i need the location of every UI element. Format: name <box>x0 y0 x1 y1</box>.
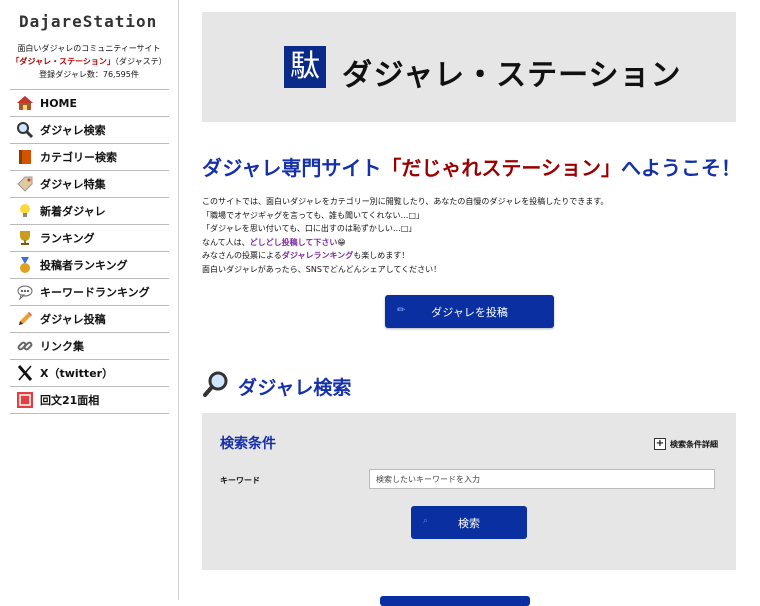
sidebar-item-kaibun[interactable]: 回文21面相 <box>10 387 169 414</box>
search-button-label: 検索 <box>458 516 480 530</box>
magnifier-icon <box>16 121 34 139</box>
bottom-button-partial[interactable] <box>380 596 530 606</box>
pencil-icon <box>16 310 34 328</box>
welcome-accent: 「だじゃれステーション」 <box>381 156 622 180</box>
x-logo-icon <box>16 364 34 382</box>
pencil-icon: ✏ <box>397 305 406 316</box>
sidebar-item-label: ダジャレ検索 <box>40 124 106 137</box>
sidebar-item-category[interactable]: カテゴリー検索 <box>10 144 169 171</box>
sidebar-item-label: リンク集 <box>40 340 84 353</box>
welcome-pre: ダジャレ専門サイト <box>202 156 382 180</box>
tag-icon <box>16 175 34 193</box>
sidebar-item-new[interactable]: 新着ダジャレ <box>10 198 169 225</box>
sidebar-item-poster-ranking[interactable]: 投稿者ランキング <box>10 252 169 279</box>
intro-text-fragment: みなさんの投票による <box>202 251 282 260</box>
sidebar-nav: HOME ダジャレ検索 カテゴリー検索 ダジャレ特集 新着ダジャレ ランキング … <box>10 89 169 414</box>
sidebar-item-post[interactable]: ダジャレ投稿 <box>10 306 169 333</box>
keyword-label: キーワード <box>220 476 260 485</box>
site-name-short: （ダジャステ） <box>114 57 167 66</box>
intro-line: 「ダジャレを思い付いても、口に出すのは恥ずかしい…□」 <box>202 224 417 233</box>
search-panel: 検索条件 + 検索条件詳細 キーワード ⌕ 検索 <box>202 413 736 570</box>
intro-text-fragment: も楽しめます！ <box>353 251 410 260</box>
site-name-strong: 「ダジャレ・ステーション」 <box>11 57 115 66</box>
sidebar-item-links[interactable]: リンク集 <box>10 333 169 360</box>
intro-line: なんて人は、どしどし投稿して下さい😁 <box>202 236 608 250</box>
post-link[interactable]: どしどし投稿して下さい <box>250 238 338 247</box>
search-section-heading: ダジャレ検索 <box>202 370 351 402</box>
site-logo[interactable]: DajareStation <box>19 12 157 31</box>
site-tagline: 面白いダジャレのコミュニティーサイト <box>17 44 161 53</box>
post-dajare-button[interactable]: ✏ ダジャレを投稿 <box>385 295 554 328</box>
sidebar-item-label: 投稿者ランキング <box>40 259 128 272</box>
site-name-line: 「ダジャレ・ステーション」（ダジャステ） <box>0 55 178 68</box>
hero-banner: 駄 ダジャレ・ステーション <box>202 12 736 122</box>
sidebar-item-label: キーワードランキング <box>40 286 150 299</box>
intro-line: 「職場でオヤジギャグを言っても、誰も聞いてくれない…□」 <box>202 210 425 220</box>
sidebar-item-keyword-ranking[interactable]: キーワードランキング <box>10 279 169 306</box>
sidebar-item-home[interactable]: HOME <box>10 90 169 117</box>
plus-icon: + <box>654 438 666 450</box>
page-title: ダジャレ・ステーション <box>342 58 682 93</box>
sidebar-item-label: 回文21面相 <box>40 394 100 407</box>
welcome-post: へようこそ！ <box>621 156 742 180</box>
link-icon <box>16 337 34 355</box>
sidebar-item-ranking[interactable]: ランキング <box>10 225 169 252</box>
search-button[interactable]: ⌕ 検索 <box>411 506 527 539</box>
sidebar-item-twitter[interactable]: X（twitter） <box>10 360 169 387</box>
smile-emoji: 😁 <box>337 237 346 247</box>
trophy-icon <box>16 229 34 247</box>
sidebar-item-search[interactable]: ダジャレ検索 <box>10 117 169 144</box>
sidebar-item-label: カテゴリー検索 <box>40 151 117 164</box>
magnifier-icon <box>202 370 230 402</box>
intro-line: 面白いダジャレがあったら、SNSでどんどんシェアしてください！ <box>202 264 442 274</box>
lightbulb-icon <box>16 202 34 220</box>
sidebar-item-label: ダジャレ投稿 <box>40 313 106 326</box>
search-detail-toggle[interactable]: + 検索条件詳細 <box>654 438 718 450</box>
intro-line: このサイトでは、面白いダジャレをカテゴリー別に閲覧したり、あなたの自慢のダジャレ… <box>202 197 609 206</box>
sidebar-item-label: 新着ダジャレ <box>40 205 106 218</box>
house-icon <box>16 94 34 112</box>
medal-icon <box>16 256 34 274</box>
intro-line: みなさんの投票によるダジャレランキングも楽しめます！ <box>202 249 608 263</box>
intro-text: このサイトでは、面白いダジャレをカテゴリー別に閲覧したり、あなたの自慢のダジャレ… <box>202 195 608 276</box>
intro-text-fragment: なんて人は、 <box>202 237 250 247</box>
sidebar-item-label: ランキング <box>40 232 95 245</box>
ranking-link[interactable]: ダジャレランキング <box>282 251 354 260</box>
search-conditions-title: 検索条件 <box>220 436 276 452</box>
sidebar-item-label: X（twitter） <box>40 367 114 380</box>
keyword-input[interactable] <box>369 469 715 489</box>
sidebar: DajareStation 面白いダジャレのコミュニティーサイト 「ダジャレ・ス… <box>0 0 179 600</box>
kaibun-icon <box>16 391 34 409</box>
registered-count: 登録ダジャレ数：76,595件 <box>39 70 139 79</box>
sidebar-item-label: ダジャレ特集 <box>40 178 106 191</box>
search-heading-title: ダジャレ検索 <box>238 376 352 399</box>
welcome-heading: ダジャレ専門サイト「だじゃれステーション」へようこそ！ <box>202 152 741 181</box>
search-icon: ⌕ <box>423 516 429 526</box>
post-dajare-label: ダジャレを投稿 <box>431 305 508 319</box>
sidebar-item-feature[interactable]: ダジャレ特集 <box>10 171 169 198</box>
search-detail-label: 検索条件詳細 <box>670 439 718 449</box>
sidebar-item-label: HOME <box>40 96 78 110</box>
speech-bubble-icon <box>16 283 34 301</box>
book-icon <box>16 148 34 166</box>
site-badge-logo: 駄 <box>284 46 326 88</box>
